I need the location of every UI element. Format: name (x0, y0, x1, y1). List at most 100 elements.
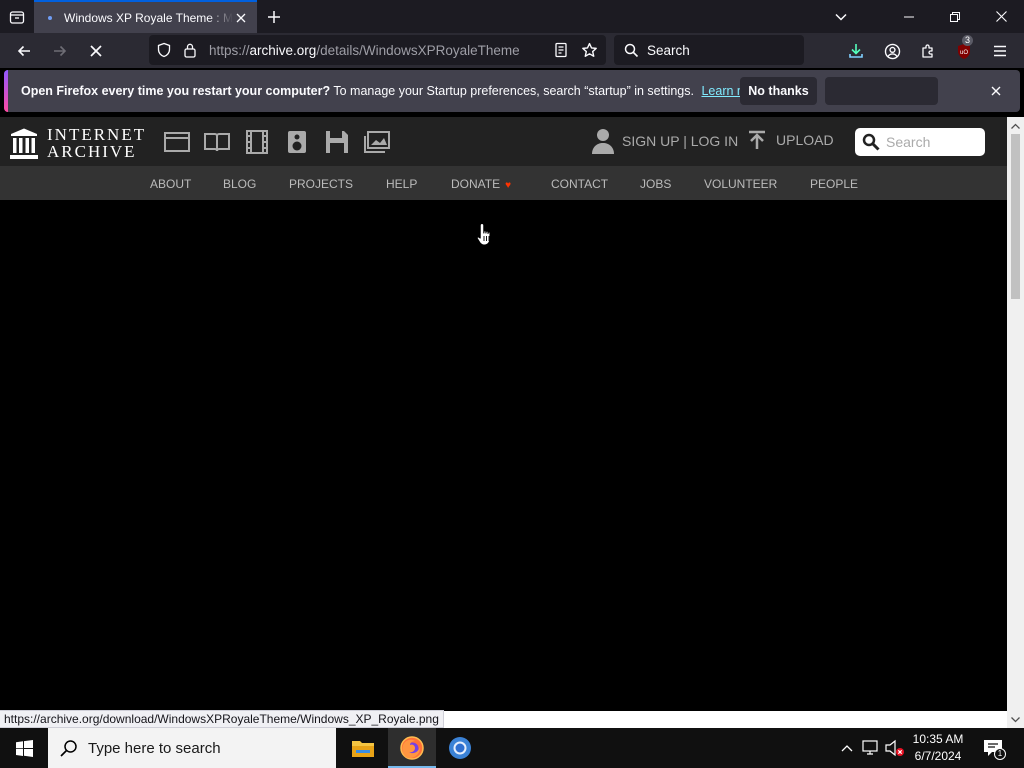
site-search-box[interactable] (855, 128, 985, 156)
taskbar-firefox[interactable] (388, 728, 436, 768)
stop-loading-button[interactable] (82, 37, 110, 65)
lock-icon[interactable] (179, 39, 201, 61)
minimize-button[interactable] (886, 0, 932, 33)
forward-button[interactable] (46, 37, 74, 65)
list-all-tabs-button[interactable] (828, 5, 854, 29)
minimize-icon (904, 16, 914, 17)
ublock-origin-button[interactable]: uO 3 (950, 35, 978, 65)
internet-archive-logo[interactable]: INTERNET ARCHIVE (10, 126, 146, 160)
new-tab-button[interactable] (262, 5, 286, 29)
ia-top-nav: INTERNET ARCHIVE SIGN UP | LOG IN UPLOAD… (0, 117, 1007, 166)
search-icon (624, 43, 639, 57)
upload-arrow-icon (749, 130, 765, 149)
nav-help[interactable]: HELP (386, 177, 417, 191)
logo-line-2: ARCHIVE (47, 142, 137, 161)
clock-time: 10:35 AM (912, 732, 964, 746)
firefox-view-icon (9, 11, 25, 24)
notification-close-button[interactable] (986, 81, 1006, 101)
system-clock[interactable]: 10:35 AM 6/7/2024 (905, 731, 971, 765)
chevron-up-icon (841, 745, 853, 752)
reader-view-icon[interactable] (550, 39, 572, 61)
video-film-icon[interactable] (244, 129, 270, 155)
url-bar[interactable]: https://archive.org/details/WindowsXPRoy… (149, 35, 606, 65)
web-page-content: INTERNET ARCHIVE SIGN UP | LOG IN UPLOAD… (0, 117, 1007, 711)
firefox-view-button[interactable] (4, 4, 30, 30)
firefox-logo-icon (400, 736, 424, 760)
set-startup-button[interactable] (825, 77, 938, 105)
nav-jobs[interactable]: JOBS (640, 177, 671, 191)
extension-badge-count: 3 (962, 35, 974, 46)
show-hidden-icons-button[interactable] (837, 738, 857, 758)
nav-projects[interactable]: PROJECTS (289, 177, 353, 191)
search-bar[interactable]: Search (614, 35, 804, 65)
user-icon (592, 129, 614, 154)
scrollbar-thumb[interactable] (1011, 134, 1020, 299)
vertical-scrollbar[interactable] (1007, 117, 1024, 728)
restore-icon (950, 11, 960, 22)
tab-strip: Windows XP Royale Theme : Microsoft : Fr… (0, 0, 1024, 33)
logo-wordmark: INTERNET ARCHIVE (47, 126, 146, 160)
upload-link[interactable]: UPLOAD (748, 130, 834, 150)
nav-donate-label: DONATE (451, 177, 501, 191)
web-archive-icon[interactable] (164, 129, 190, 155)
nav-volunteer[interactable]: VOLUNTEER (704, 177, 777, 191)
restore-button[interactable] (932, 0, 978, 33)
audio-speaker-icon[interactable] (284, 129, 310, 155)
account-button[interactable] (878, 37, 906, 65)
search-bar-label: Search (647, 42, 690, 58)
chevron-down-icon (835, 13, 847, 21)
svg-text:uO: uO (960, 50, 968, 56)
software-floppy-icon[interactable] (324, 129, 350, 155)
bookmark-star-icon[interactable] (578, 39, 600, 61)
close-icon (991, 86, 1001, 96)
site-search-input[interactable] (886, 134, 981, 150)
url-host: archive.org (249, 42, 317, 58)
account-icon (884, 43, 900, 59)
search-icon (60, 740, 77, 757)
notification-text: To manage your Startup preferences, sear… (333, 84, 694, 98)
close-window-button[interactable] (978, 0, 1024, 33)
puzzle-icon (922, 44, 933, 58)
tracking-protection-shield-icon[interactable] (153, 39, 175, 61)
file-explorer-folder-icon (352, 741, 374, 757)
extensions-button[interactable] (914, 37, 942, 65)
arrow-right-icon (54, 45, 67, 57)
close-icon (995, 11, 1007, 22)
no-thanks-button[interactable]: No thanks (740, 77, 817, 105)
tab-title: Windows XP Royale Theme : Microsoft : Fr… (64, 10, 233, 25)
nav-blog[interactable]: BLOG (223, 177, 256, 191)
taskbar-file-explorer[interactable] (339, 728, 387, 768)
url-path: /details/WindowsXPRoyaleTheme (316, 42, 520, 58)
sign-up-login-link[interactable]: SIGN UP | LOG IN (592, 128, 738, 154)
nav-people[interactable]: PEOPLE (810, 177, 858, 191)
scroll-down-arrow-icon[interactable] (1007, 711, 1024, 728)
ia-secondary-nav: ABOUT BLOG PROJECTS HELP DONATE ♥ CONTACT… (0, 166, 1007, 200)
app-menu-button[interactable] (986, 37, 1014, 65)
scroll-up-arrow-icon[interactable] (1007, 117, 1024, 134)
taskbar-search-input[interactable] (88, 739, 328, 757)
network-tray-icon[interactable] (861, 738, 881, 758)
tab-close-icon[interactable] (233, 10, 249, 26)
taskbar-chrome[interactable] (436, 728, 484, 768)
tab-active[interactable]: Windows XP Royale Theme : Microsoft : Fr… (34, 0, 257, 33)
loading-favicon-icon (44, 12, 56, 24)
back-button[interactable] (10, 37, 38, 65)
nav-donate[interactable]: DONATE ♥ (451, 177, 511, 191)
action-center-button[interactable]: 1 (980, 736, 1006, 760)
notification-message: Open Firefox every time you restart your… (21, 84, 765, 98)
hamburger-menu-icon (994, 45, 1006, 57)
downloads-button[interactable] (842, 37, 870, 65)
chrome-logo-icon (449, 737, 471, 759)
nav-about[interactable]: ABOUT (150, 177, 191, 191)
images-icon[interactable] (364, 129, 390, 155)
nav-contact[interactable]: CONTACT (551, 177, 608, 191)
hand-pointer-cursor-icon (476, 222, 491, 246)
texts-book-icon[interactable] (204, 129, 230, 155)
stop-x-icon (90, 45, 102, 57)
start-button[interactable] (0, 728, 48, 768)
url-text[interactable]: https://archive.org/details/WindowsXPRoy… (209, 43, 550, 58)
notification-bold-text: Open Firefox every time you restart your… (21, 84, 331, 98)
plus-icon (268, 11, 280, 23)
volume-muted-tray-icon[interactable] (885, 738, 905, 758)
taskbar-search-box[interactable] (48, 728, 336, 768)
